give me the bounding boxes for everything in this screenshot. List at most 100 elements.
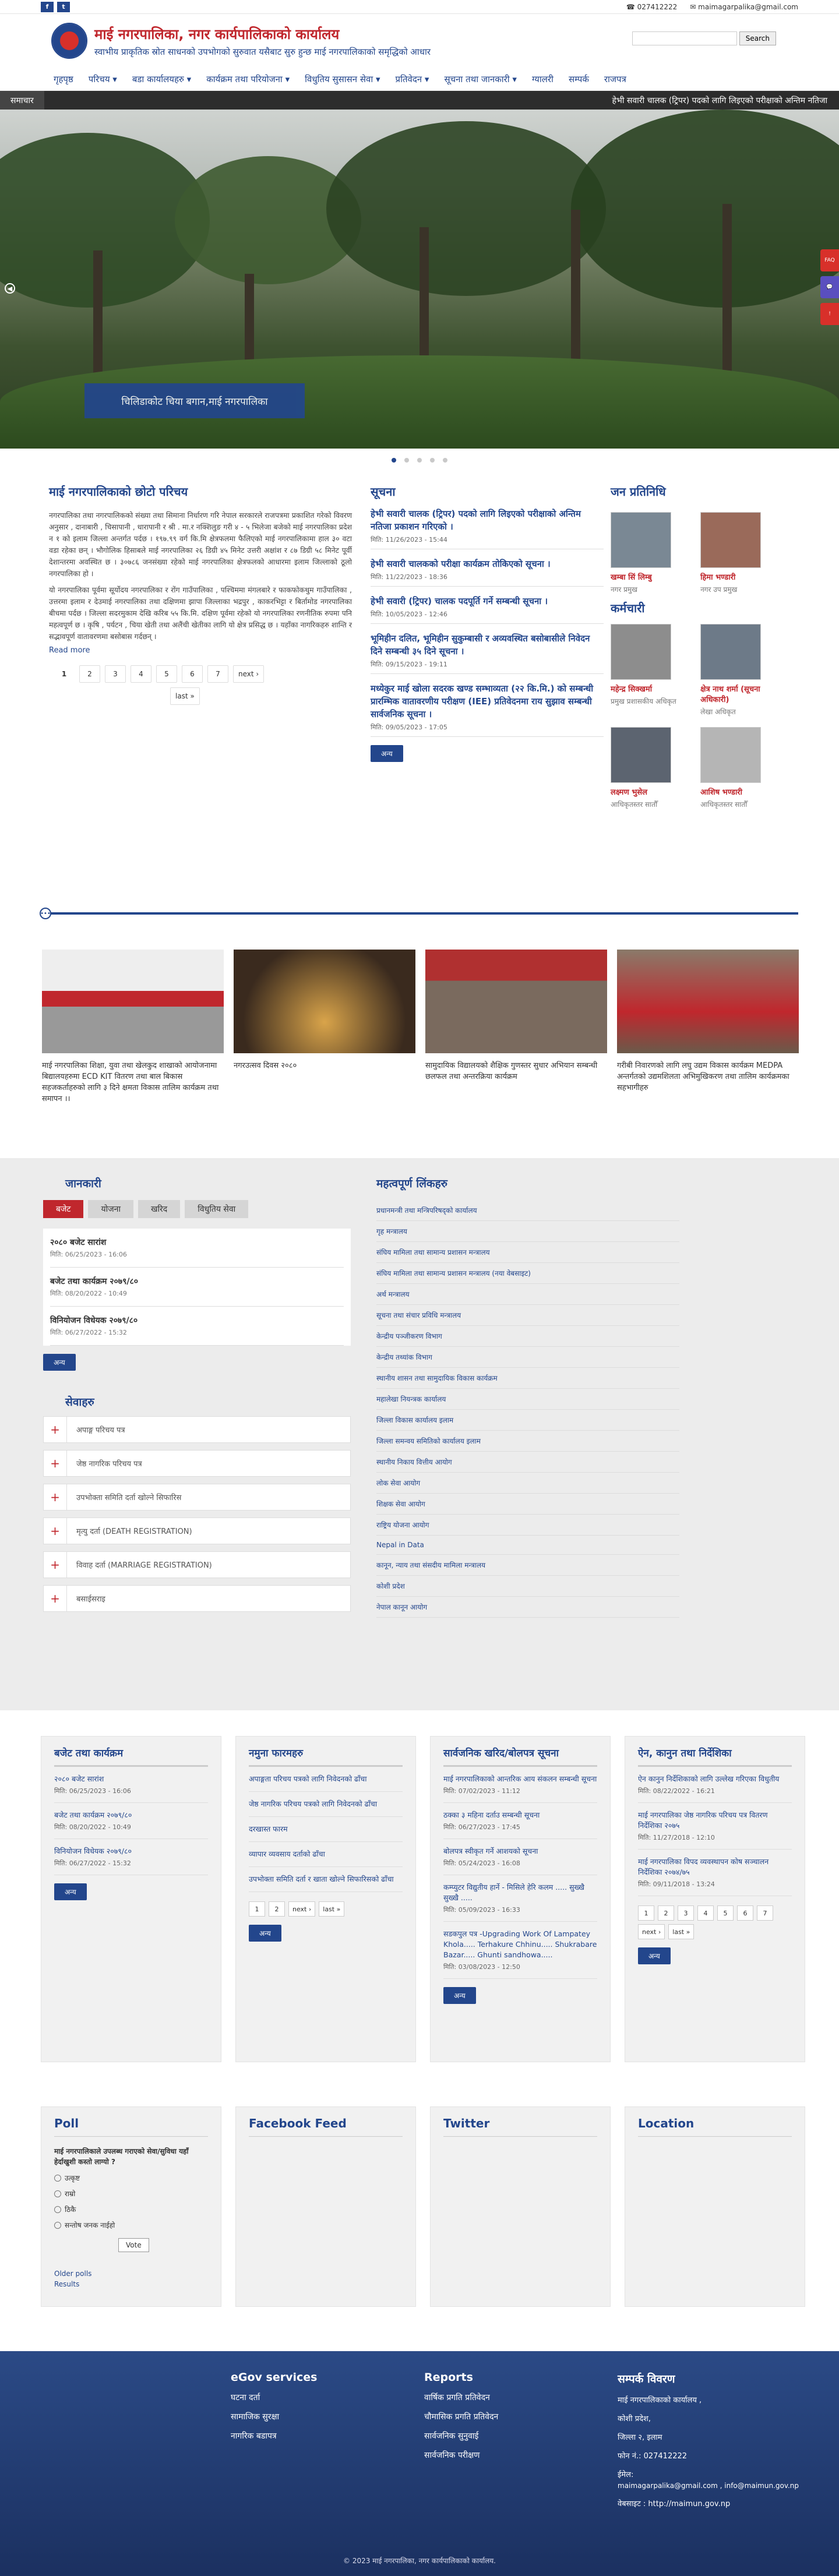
- pager-item[interactable]: 2: [79, 665, 100, 683]
- service-item[interactable]: + विवाह दर्ता (MARRIAGE REGISTRATION): [43, 1551, 351, 1578]
- pager-next[interactable]: next ›: [288, 1901, 316, 1917]
- important-link[interactable]: केन्द्रीय पञ्जीकरण विभाग: [376, 1326, 679, 1347]
- pager-item[interactable]: 5: [717, 1905, 734, 1921]
- pager-next[interactable]: next ›: [233, 665, 265, 683]
- pager-item[interactable]: 2: [269, 1901, 285, 1917]
- footer-link[interactable]: नागरिक बडापत्र: [231, 2430, 317, 2441]
- box-more-button[interactable]: अन्य: [638, 1947, 671, 1964]
- twitter-icon[interactable]: t: [57, 1, 70, 12]
- nav-item-reports[interactable]: प्रतिवेदन ▾: [396, 73, 429, 85]
- box-item[interactable]: सडकपुल पत्र -Upgrading Work Of Lampatey …: [443, 1922, 597, 1979]
- tab-plans[interactable]: योजना: [88, 1200, 133, 1218]
- facebook-icon[interactable]: f: [41, 1, 54, 12]
- rep-card[interactable]: खम्बा सिं लिम्बु नगर प्रमुख: [611, 512, 698, 594]
- important-link[interactable]: नेपाल कानून आयोग: [376, 1597, 679, 1618]
- box-item[interactable]: जेष्ठ नागरिक परिचय पत्रको लागि निवेदनको …: [249, 1792, 403, 1817]
- important-link[interactable]: जिल्ला समन्वय समितिको कार्यालय इलाम: [376, 1431, 679, 1452]
- contact-website[interactable]: वेबसाइट : http://maimun.gov.np: [618, 2498, 799, 2508]
- chat-icon[interactable]: 💬: [820, 276, 839, 298]
- pager-item[interactable]: 2: [658, 1905, 674, 1921]
- important-link[interactable]: महालेखा नियन्त्रक कार्यालय: [376, 1389, 679, 1410]
- important-link[interactable]: संघिय मामिला तथा सामान्य प्रशासन मन्त्रा…: [376, 1263, 679, 1284]
- box-item[interactable]: माई नगरपालिकाको आन्तरिक आय संकलन सम्बन्ध…: [443, 1767, 597, 1803]
- important-link[interactable]: संघिय मामिला तथा सामान्य प्रशासन मन्त्रा…: [376, 1242, 679, 1263]
- info-more-button[interactable]: अन्य: [43, 1354, 76, 1371]
- gallery-card[interactable]: माई नगरपालिका शिक्षा, युवा तथा खेलकुद शा…: [42, 950, 224, 1104]
- pager-last[interactable]: last »: [170, 687, 200, 705]
- notices-more-button[interactable]: अन्य: [371, 745, 403, 762]
- contact-email[interactable]: maimagarpalika@gmail.com , info@maimun.g…: [618, 2482, 799, 2490]
- box-item[interactable]: अपाङ्गता परिचय पत्रको लागि निवेदनको ढाँच…: [249, 1767, 403, 1792]
- footer-link[interactable]: चौमासिक प्रगति प्रतिवेदन: [424, 2411, 498, 2422]
- results-link[interactable]: Results: [54, 2280, 208, 2288]
- vote-button[interactable]: Vote: [118, 2238, 149, 2252]
- tab-budget[interactable]: बजेट: [43, 1200, 84, 1218]
- important-link[interactable]: अर्थ मन्त्रालय: [376, 1284, 679, 1305]
- pager-item[interactable]: 4: [697, 1905, 714, 1921]
- gallery-card[interactable]: नगरउत्सव दिवस २०८०: [234, 950, 415, 1104]
- prev-slide-icon[interactable]: ◀: [5, 283, 15, 294]
- faq-badge[interactable]: FAQ: [820, 249, 839, 271]
- pager-item[interactable]: 3: [105, 665, 126, 683]
- alert-icon[interactable]: !: [820, 303, 839, 325]
- tab-procurement[interactable]: खरिद: [138, 1200, 181, 1218]
- search-button[interactable]: Search: [739, 31, 776, 45]
- read-more-link[interactable]: Read more: [49, 646, 352, 655]
- radio-icon[interactable]: [54, 2190, 61, 2197]
- box-item[interactable]: उपभोक्ता समिति दर्ता र खाता खोल्ने सिफार…: [249, 1867, 403, 1892]
- gallery-card[interactable]: सामुदायिक विद्यालयको शैक्षिक गुणस्तर सुध…: [425, 950, 607, 1104]
- notice-item[interactable]: हेभी सवारी चालक (ट्रिपर) पदको लागि लिइएक…: [371, 499, 604, 549]
- important-link[interactable]: सूचना तथा संचार प्रविधि मन्त्रालय: [376, 1305, 679, 1326]
- pager-item[interactable]: 1: [249, 1901, 265, 1917]
- box-item[interactable]: विनियोजन विधेयक २०७९/८० मिति: 06/27/2022 …: [54, 1839, 208, 1875]
- pager-item[interactable]: 1: [638, 1905, 654, 1921]
- nav-item-egov[interactable]: विधुतिय सुसासन सेवा ▾: [305, 73, 380, 85]
- radio-icon[interactable]: [54, 2174, 61, 2182]
- pager-last[interactable]: last »: [668, 1924, 695, 1939]
- slider-dot[interactable]: [392, 458, 396, 463]
- pager-item[interactable]: 7: [207, 665, 228, 683]
- poll-option[interactable]: उत्कृष्ट: [54, 2173, 208, 2183]
- slider-dot[interactable]: [404, 458, 409, 463]
- search-input[interactable]: [632, 31, 737, 45]
- poll-option[interactable]: ठिकै: [54, 2204, 208, 2214]
- nav-item-gazette[interactable]: राजपत्र: [604, 73, 626, 85]
- nav-item-gallery[interactable]: ग्यालरी: [532, 73, 554, 85]
- budget-item[interactable]: २०८० बजेट सारांश मिति: 06/25/2023 - 16:06: [50, 1229, 344, 1268]
- radio-icon[interactable]: [54, 2206, 61, 2213]
- pager-item[interactable]: 3: [678, 1905, 694, 1921]
- box-item[interactable]: बोलपत्र स्वीकृत गर्ने आशयको सूचना मिति: 0…: [443, 1839, 597, 1875]
- important-link[interactable]: राष्ट्रिय योजना आयोग: [376, 1515, 679, 1536]
- important-link[interactable]: स्थानीय शासन तथा सामुदायिक विकास कार्यक्…: [376, 1368, 679, 1389]
- important-link[interactable]: प्रधानमन्त्री तथा मन्त्रिपरिषद्को कार्या…: [376, 1200, 679, 1221]
- service-item[interactable]: + अपाङ्ग परिचय पत्र: [43, 1416, 351, 1443]
- box-item[interactable]: माई नगरपालिका विपद व्यवस्थापन कोष सञ्चाल…: [638, 1850, 792, 1896]
- footer-link[interactable]: घटना दर्ता: [231, 2392, 317, 2403]
- slider-dot[interactable]: [417, 458, 422, 463]
- pager-next[interactable]: next ›: [638, 1924, 665, 1939]
- nav-item-home[interactable]: गृहपृष्ठ: [54, 73, 73, 85]
- pager-item[interactable]: 6: [737, 1905, 753, 1921]
- box-item[interactable]: दरखास्त फारम: [249, 1817, 403, 1842]
- staff-card[interactable]: लक्ष्मण भुसेल आधिकृतस्तर सातौँ: [611, 727, 698, 809]
- pager-last[interactable]: last »: [319, 1901, 345, 1917]
- gallery-card[interactable]: गरीबी निवारणको लागि लघु उद्यम विकास कार्…: [617, 950, 799, 1104]
- tab-eservice[interactable]: विधुतिय सेवा: [185, 1200, 249, 1218]
- poll-option[interactable]: सन्तोष जनक नाईहो: [54, 2220, 208, 2230]
- ticker-message[interactable]: हेभी सवारी चालक (ट्रिपर) पदको लागि लिइएक…: [612, 95, 839, 106]
- important-link[interactable]: जिल्ला विकास कार्यालय इलाम: [376, 1410, 679, 1431]
- box-item[interactable]: माई नगरपालिका जेष्ठ नागरिक परिचय पत्र वि…: [638, 1803, 792, 1850]
- important-link[interactable]: गृह मन्त्रालय: [376, 1221, 679, 1242]
- municipality-logo[interactable]: [51, 23, 87, 59]
- service-item[interactable]: + मृत्यु दर्ता (DEATH REGISTRATION): [43, 1518, 351, 1544]
- box-item[interactable]: ऐन कानुन निर्देशिकाको लागि उल्लेख गरिएका…: [638, 1767, 792, 1803]
- box-more-button[interactable]: अन्य: [443, 1987, 476, 2004]
- box-item[interactable]: ठक्का ३ महिना दर्ताउ सम्बन्धी सूचना मिति:…: [443, 1803, 597, 1839]
- box-item[interactable]: २०८० बजेट सारांश मिति: 06/25/2023 - 16:06: [54, 1767, 208, 1803]
- nav-item-info[interactable]: सूचना तथा जानकारी ▾: [444, 73, 517, 85]
- staff-card[interactable]: आशिष भण्डारी आधिकृतस्तर सातौँ: [700, 727, 788, 809]
- rep-card[interactable]: हिमा भण्डारी नगर उप प्रमुख: [700, 512, 788, 594]
- service-item[interactable]: + जेष्ठ नागरिक परिचय पत्र: [43, 1450, 351, 1477]
- important-link[interactable]: लोक सेवा आयोग: [376, 1473, 679, 1494]
- nav-item-programs[interactable]: कार्यक्रम तथा परियोजना ▾: [206, 73, 290, 85]
